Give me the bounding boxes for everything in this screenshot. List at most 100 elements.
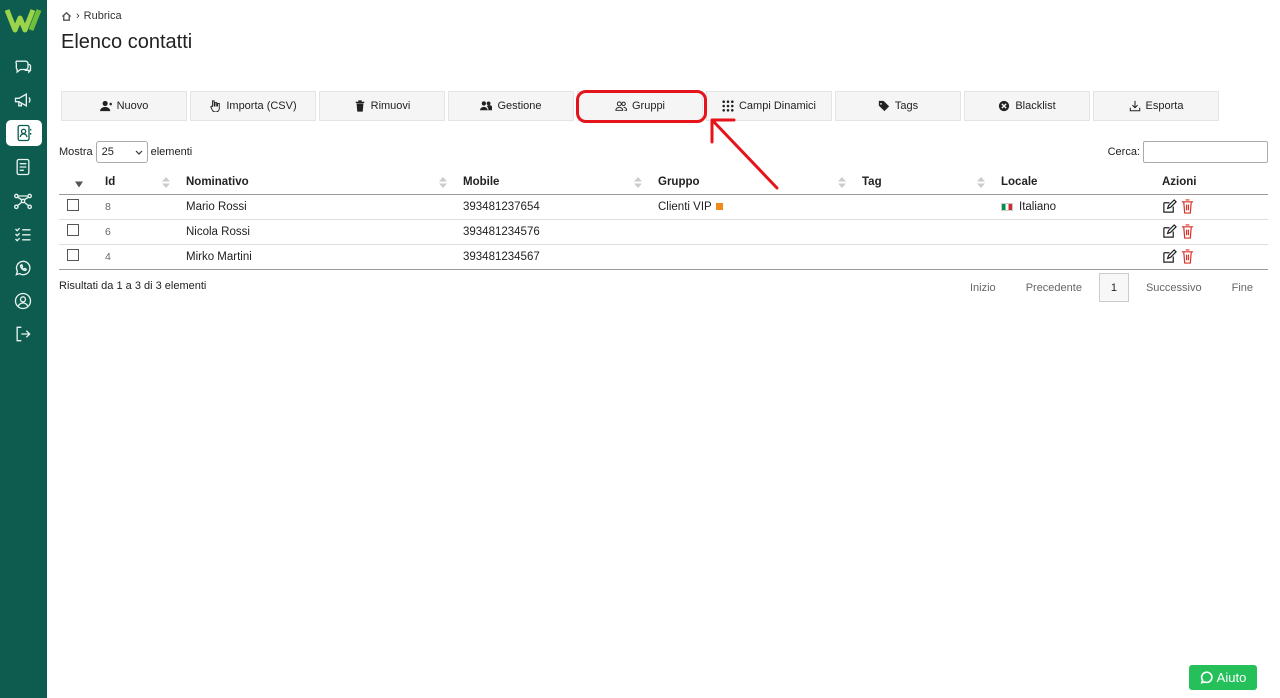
whatsapp-icon[interactable] <box>11 256 35 280</box>
x-circle-icon <box>999 100 1010 112</box>
table-header-row: Id Nominativo Mobile Gruppo Tag Locale A… <box>59 171 1268 195</box>
blacklist-label: Blacklist <box>1015 100 1056 112</box>
esporta-label: Esporta <box>1145 100 1184 112</box>
gruppi-label: Gruppi <box>631 100 666 112</box>
table-row: 4 Mirko Martini 393481234567 <box>59 244 1268 270</box>
blacklist-button[interactable]: Blacklist <box>964 91 1090 121</box>
column-header-gruppo[interactable]: Gruppo <box>650 171 854 195</box>
sort-icon <box>439 177 447 188</box>
home-icon[interactable] <box>61 11 72 22</box>
trash-icon <box>355 100 364 112</box>
importa-csv-label: Importa (CSV) <box>226 100 297 112</box>
megaphone-icon[interactable] <box>11 88 35 112</box>
pager-last[interactable]: Fine <box>1217 282 1268 294</box>
results-info: Risultati da 1 a 3 di 3 elementi <box>59 280 207 292</box>
show-label: Mostra <box>59 146 93 158</box>
search-label: Cerca: <box>1107 146 1140 158</box>
workflow-icon[interactable] <box>11 189 35 213</box>
pager-current-page[interactable]: 1 <box>1098 273 1129 302</box>
page-title: Elenco contatti <box>61 31 193 53</box>
delete-icon[interactable] <box>1180 224 1195 239</box>
row-group: Clienti VIP <box>650 194 854 220</box>
table-row: 8 Mario Rossi 393481237654 Clienti VIP I… <box>59 194 1268 220</box>
breadcrumb: › Rubrica <box>61 10 122 22</box>
pagination: Inizio Precedente 1 Successivo Fine <box>955 273 1268 302</box>
row-mobile: 393481234576 <box>455 219 650 245</box>
chevron-down-icon <box>135 150 143 155</box>
row-name: Mario Rossi <box>178 194 455 220</box>
row-checkbox[interactable] <box>67 249 79 261</box>
row-name: Mirko Martini <box>178 244 455 270</box>
column-header-mobile[interactable]: Mobile <box>455 171 650 195</box>
rimuovi-button[interactable]: Rimuovi <box>319 91 445 121</box>
toolbar: Nuovo Importa (CSV) Rimuovi Gestione Gru… <box>61 91 1219 121</box>
delete-icon[interactable] <box>1180 249 1195 264</box>
sort-icon <box>838 177 846 188</box>
row-actions <box>1154 194 1268 220</box>
row-id: 8 <box>97 194 178 220</box>
column-header-id[interactable]: Id <box>97 171 178 195</box>
row-locale <box>993 244 1154 270</box>
page-length-select[interactable]: 25 <box>95 141 148 163</box>
delete-icon[interactable] <box>1180 199 1195 214</box>
search-control: Cerca: <box>1108 141 1268 163</box>
row-mobile: 393481234567 <box>455 244 650 270</box>
edit-icon[interactable] <box>1162 199 1177 214</box>
nuovo-label: Nuovo <box>116 100 149 112</box>
table-row: 6 Nicola Rossi 393481234576 <box>59 219 1268 245</box>
hand-pointer-icon <box>210 100 221 112</box>
account-icon[interactable] <box>11 289 35 313</box>
sort-icon <box>162 177 170 188</box>
users-icon <box>480 101 493 111</box>
help-label: Aiuto <box>1216 670 1247 685</box>
app-logo-icon[interactable] <box>5 6 43 34</box>
users-outline-icon <box>615 101 627 111</box>
whatsapp-icon <box>1200 671 1213 684</box>
contacts-book-icon[interactable] <box>6 120 42 146</box>
row-id: 4 <box>97 244 178 270</box>
column-header-nominativo[interactable]: Nominativo <box>178 171 455 195</box>
importa-csv-button[interactable]: Importa (CSV) <box>190 91 316 121</box>
elements-label: elementi <box>150 146 193 158</box>
row-checkbox[interactable] <box>67 199 79 211</box>
download-icon <box>1129 100 1140 112</box>
pager-prev[interactable]: Precedente <box>1011 282 1097 294</box>
column-header-locale[interactable]: Locale <box>993 171 1154 195</box>
nuovo-button[interactable]: Nuovo <box>61 91 187 121</box>
sort-desc-icon <box>75 181 83 188</box>
select-all-header[interactable] <box>59 171 97 195</box>
grid-icon <box>722 100 734 112</box>
sort-icon <box>634 177 642 188</box>
breadcrumb-separator: › <box>76 10 80 22</box>
main-content: › Rubrica Elenco contatti Nuovo Importa … <box>47 0 1280 698</box>
search-input[interactable] <box>1143 141 1268 163</box>
edit-icon[interactable] <box>1162 224 1177 239</box>
help-button[interactable]: Aiuto <box>1189 665 1257 690</box>
tags-label: Tags <box>894 100 919 112</box>
pager-first[interactable]: Inizio <box>955 282 1011 294</box>
row-tag <box>854 194 993 220</box>
rimuovi-label: Rimuovi <box>370 100 411 112</box>
tags-button[interactable]: Tags <box>835 91 961 121</box>
sidebar <box>0 0 47 698</box>
pager-next[interactable]: Successivo <box>1131 282 1217 294</box>
page-length-value: 25 <box>101 146 114 158</box>
document-icon[interactable] <box>11 155 35 179</box>
checklist-icon[interactable] <box>11 222 35 246</box>
gruppi-button[interactable]: Gruppi <box>577 91 703 121</box>
row-name: Nicola Rossi <box>178 219 455 245</box>
row-tag <box>854 219 993 245</box>
column-header-tag[interactable]: Tag <box>854 171 993 195</box>
row-id: 6 <box>97 219 178 245</box>
esporta-button[interactable]: Esporta <box>1093 91 1219 121</box>
row-group <box>650 244 854 270</box>
chat-icon[interactable] <box>11 55 35 79</box>
page-length-control: Mostra 25 elementi <box>59 141 192 163</box>
campi-dinamici-button[interactable]: Campi Dinamici <box>706 91 832 121</box>
edit-icon[interactable] <box>1162 249 1177 264</box>
italy-flag-icon <box>1001 202 1013 211</box>
user-plus-icon <box>99 100 112 112</box>
row-checkbox[interactable] <box>67 224 79 236</box>
gestione-button[interactable]: Gestione <box>448 91 574 121</box>
logout-icon[interactable] <box>11 322 35 346</box>
